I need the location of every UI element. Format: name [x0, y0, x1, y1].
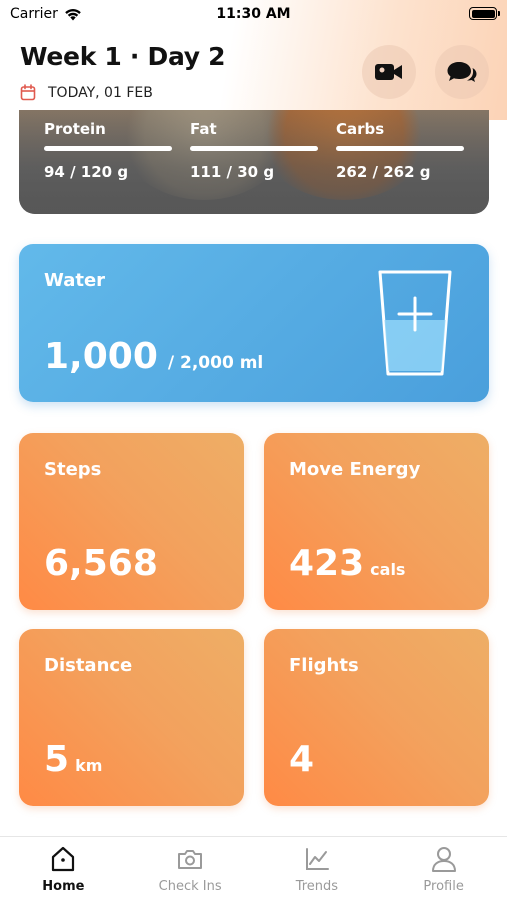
macro-label: Carbs — [336, 120, 385, 138]
macro-carbs: Carbs 262 / 262 g — [336, 120, 464, 181]
macros-card[interactable]: Protein 94 / 120 g Fat 111 / 30 g Carbs … — [19, 110, 489, 214]
tab-label: Trends — [295, 879, 339, 894]
water-card[interactable]: Water 1,000 / 2,000 ml — [19, 244, 489, 402]
tile-unit: cals — [370, 560, 406, 579]
camera-icon — [178, 850, 203, 869]
video-call-button[interactable] — [362, 45, 416, 99]
distance-tile[interactable]: Distance 5 km — [19, 629, 244, 806]
tab-trends[interactable]: Trends — [254, 837, 381, 900]
clock: 11:30 AM — [216, 6, 291, 22]
macro-progress-bar — [44, 146, 172, 151]
macro-protein: Protein 94 / 120 g — [44, 120, 172, 181]
tile-value: 423 — [289, 543, 365, 584]
trends-icon — [305, 848, 329, 870]
macro-progress-bar — [190, 146, 318, 151]
home-icon — [52, 846, 75, 872]
tile-value: 5 — [44, 739, 70, 780]
move-energy-tile[interactable]: Move Energy 423 cals — [264, 433, 489, 610]
date-label: TODAY, 01 FEB — [48, 84, 153, 101]
water-target: / 2,000 ml — [167, 353, 264, 373]
macro-value: 94 / 120 g — [44, 163, 129, 181]
tab-home[interactable]: Home — [0, 837, 127, 900]
tab-bar: Home Check Ins Trends Profile — [0, 836, 507, 900]
tab-label: Profile — [423, 879, 464, 894]
tab-label: Home — [42, 879, 85, 894]
macro-label: Fat — [190, 120, 217, 138]
battery-icon — [469, 7, 500, 20]
tile-label: Distance — [44, 655, 133, 676]
chat-bubbles-icon — [447, 62, 477, 82]
water-amount: 1,000 — [44, 336, 158, 377]
tile-value: 4 — [289, 739, 315, 780]
status-bar: Carrier 11:30 AM — [0, 0, 507, 30]
macro-value: 262 / 262 g — [336, 163, 431, 181]
tab-check-ins[interactable]: Check Ins — [127, 837, 254, 900]
tile-value-row: 4 — [289, 739, 314, 780]
macro-progress-bar — [336, 146, 464, 151]
macro-label: Protein — [44, 120, 106, 138]
macro-value: 111 / 30 g — [190, 163, 275, 181]
macro-fat: Fat 111 / 30 g — [190, 120, 318, 181]
page-title: Week 1 · Day 2 — [20, 42, 226, 71]
calendar-icon — [20, 84, 36, 101]
steps-tile[interactable]: Steps 6,568 — [19, 433, 244, 610]
tile-unit: km — [75, 756, 103, 775]
tile-value-row: 6,568 — [44, 543, 158, 584]
water-label: Water — [44, 270, 106, 291]
add-water-glass-icon[interactable] — [375, 268, 455, 380]
tile-label: Flights — [289, 655, 359, 676]
tab-profile[interactable]: Profile — [380, 837, 507, 900]
chat-button[interactable] — [435, 45, 489, 99]
video-camera-icon — [375, 64, 402, 80]
tile-label: Steps — [44, 459, 102, 480]
tab-label: Check Ins — [158, 879, 222, 894]
tile-label: Move Energy — [289, 459, 421, 480]
flights-tile[interactable]: Flights 4 — [264, 629, 489, 806]
water-value-row: 1,000 / 2,000 ml — [44, 336, 263, 377]
tile-value: 6,568 — [44, 543, 158, 584]
date-row: TODAY, 01 FEB — [20, 84, 153, 101]
profile-icon — [431, 847, 456, 872]
tile-value-row: 423 cals — [289, 543, 405, 584]
tile-value-row: 5 km — [44, 739, 102, 780]
